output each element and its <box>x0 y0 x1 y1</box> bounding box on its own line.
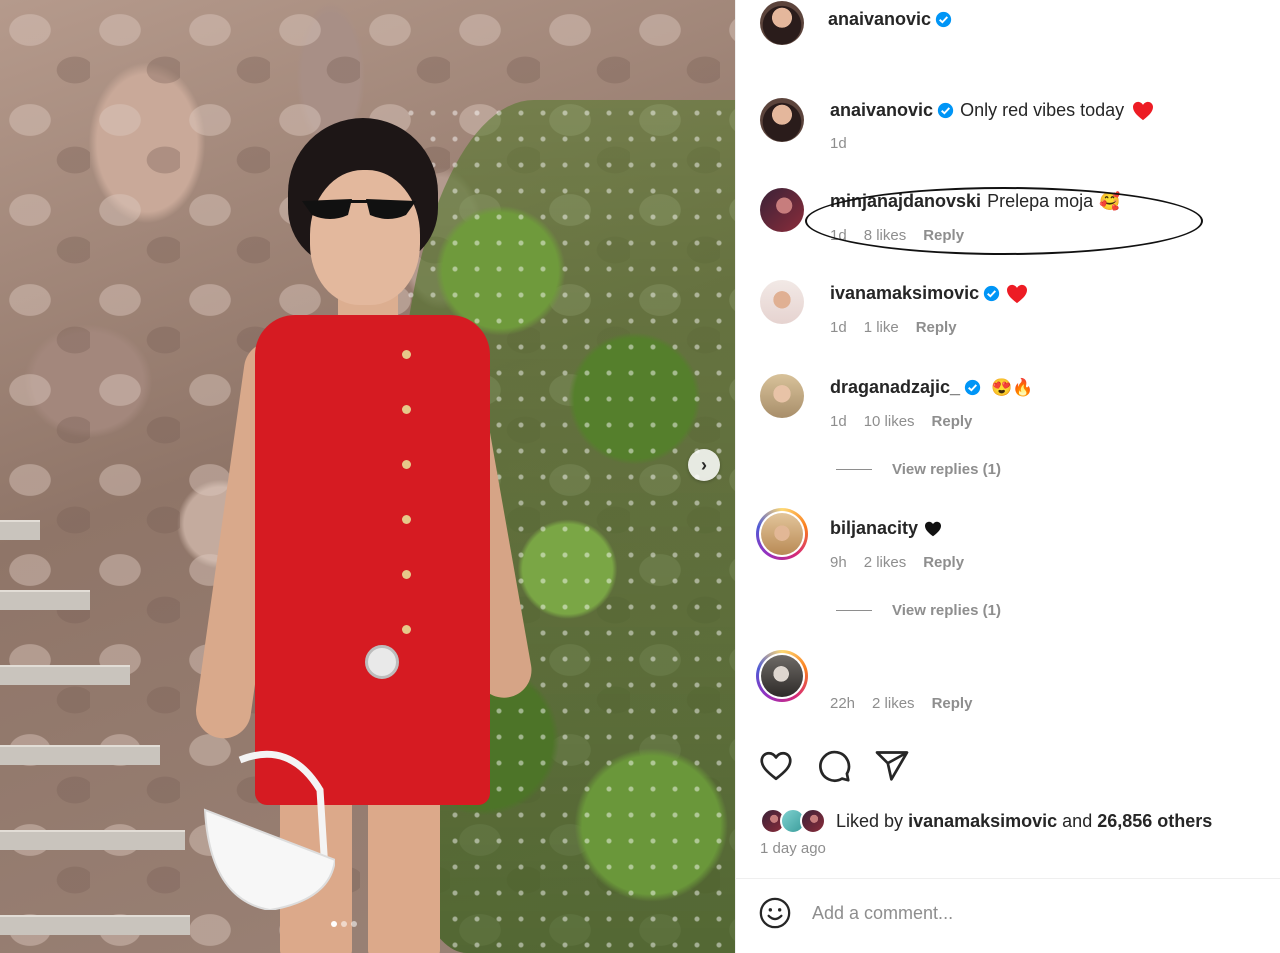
comment-likes[interactable]: 2 likes <box>872 695 915 712</box>
comment-likes[interactable]: 8 likes <box>864 227 907 244</box>
caption: anaivanovic Only red vibes today <box>830 100 1154 121</box>
story-ring[interactable] <box>756 508 808 560</box>
comment-meta: 1d 10 likes Reply <box>830 413 972 430</box>
white-handbag <box>203 750 335 910</box>
comment: minjanajdanovski Prelepa moja 🥰 <box>830 191 1120 212</box>
reply-button[interactable]: Reply <box>932 413 973 430</box>
post-actions <box>758 748 910 784</box>
view-replies-button[interactable]: View replies (1) <box>836 602 1001 619</box>
red-heart-icon <box>1133 101 1154 120</box>
commenter-avatar[interactable] <box>761 655 803 697</box>
carousel-dots <box>331 921 357 927</box>
comment-username[interactable]: draganadzajic_ <box>830 377 960 398</box>
view-replies-label[interactable]: View replies (1) <box>892 461 1001 478</box>
reply-button[interactable]: Reply <box>923 227 964 244</box>
wristwatch <box>365 645 399 679</box>
comment: draganadzajic_ 😍 🔥 <box>830 377 1033 398</box>
caption-text: Only red vibes today <box>960 100 1125 120</box>
verified-badge-icon <box>964 379 981 396</box>
comment-icon[interactable] <box>816 748 852 784</box>
view-replies-button[interactable]: View replies (1) <box>836 461 1001 478</box>
commenter-avatar[interactable] <box>760 280 804 324</box>
comment: biljanacity <box>830 518 942 539</box>
comment-meta: 22h 2 likes Reply <box>830 695 972 712</box>
divider <box>735 878 1280 879</box>
carousel-dot <box>351 921 357 927</box>
emoji-icon[interactable] <box>758 896 792 930</box>
black-heart-icon <box>925 521 942 536</box>
caption-username[interactable]: anaivanovic <box>830 100 933 121</box>
story-ring[interactable] <box>756 650 808 702</box>
commenter-avatar[interactable] <box>760 188 804 232</box>
fire-icon: 🔥 <box>1012 377 1034 397</box>
liked-by-connector: and <box>1062 810 1093 831</box>
comment-username[interactable]: ivanamaksimovic <box>830 283 979 304</box>
comment-username[interactable]: biljanacity <box>830 518 918 539</box>
smiling-face-with-hearts-icon: 🥰 <box>1099 191 1121 211</box>
comment-age: 1d <box>830 413 847 430</box>
comment-meta: 1d 1 like Reply <box>830 319 957 336</box>
liker-avatar <box>800 808 826 834</box>
comment-meta: 9h 2 likes Reply <box>830 554 964 571</box>
liked-by: Liked by ivanamaksimovic and 26,856 othe… <box>760 807 1212 835</box>
liked-by-avatars <box>760 807 832 835</box>
comment-age: 9h <box>830 554 847 571</box>
reply-button[interactable]: Reply <box>923 554 964 571</box>
liked-by-user[interactable]: ivanamaksimovic <box>908 811 1057 832</box>
commenter-avatar[interactable] <box>760 374 804 418</box>
comment-likes[interactable]: 10 likes <box>864 413 915 430</box>
woman-in-red-dress <box>192 110 536 953</box>
comment-age: 1d <box>830 319 847 336</box>
carousel-dot <box>341 921 347 927</box>
verified-badge-icon <box>983 285 1000 302</box>
red-heart-icon <box>1007 284 1028 303</box>
comment-likes[interactable]: 1 like <box>864 319 899 336</box>
reply-button[interactable]: Reply <box>916 319 957 336</box>
caption-age: 1d <box>830 135 847 152</box>
add-comment-bar <box>758 896 1242 930</box>
heart-eyes-icon: 😍 <box>991 377 1013 397</box>
stone-steps <box>0 500 190 953</box>
reply-button[interactable]: Reply <box>932 695 973 712</box>
author-avatar[interactable] <box>760 1 804 45</box>
author-username[interactable]: anaivanovic <box>828 9 931 30</box>
comment-meta: 1d 8 likes Reply <box>830 227 964 244</box>
post-time-ago: 1 day ago <box>760 840 826 857</box>
add-comment-input[interactable] <box>812 902 1242 924</box>
comment-text: Prelepa moja <box>987 191 1094 211</box>
header-author: anaivanovic <box>828 9 952 30</box>
verified-badge-icon <box>937 102 954 119</box>
verified-badge-icon <box>935 11 952 28</box>
post-photo[interactable]: › <box>0 0 735 953</box>
carousel-next-icon[interactable]: › <box>688 449 720 481</box>
liked-by-others[interactable]: 26,856 others <box>1097 811 1212 832</box>
caption-meta: 1d <box>830 135 847 152</box>
liked-by-prefix: Liked by <box>836 810 904 831</box>
comment-age: 22h <box>830 695 856 712</box>
share-icon[interactable] <box>874 748 910 784</box>
commenter-avatar[interactable] <box>761 513 803 555</box>
view-replies-label[interactable]: View replies (1) <box>892 602 1001 619</box>
comment-likes[interactable]: 2 likes <box>864 554 907 571</box>
comment-age: 1d <box>830 227 847 244</box>
red-dress <box>255 315 490 805</box>
comment-username[interactable]: minjanajdanovski <box>830 191 981 212</box>
comment: ivanamaksimovic <box>830 283 1028 304</box>
heart-icon[interactable] <box>758 748 794 784</box>
caption-author-avatar[interactable] <box>760 98 804 142</box>
sunglasses <box>302 199 416 219</box>
carousel-dot <box>331 921 337 927</box>
